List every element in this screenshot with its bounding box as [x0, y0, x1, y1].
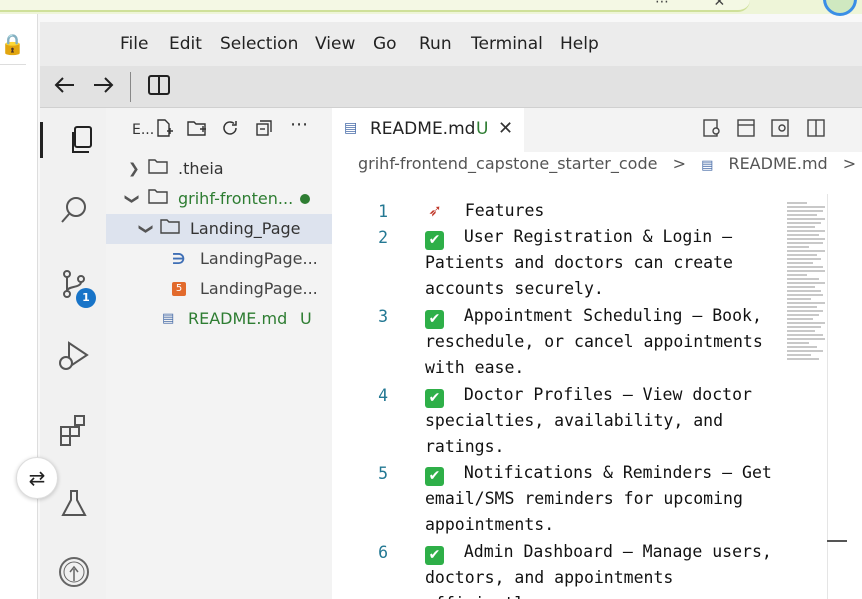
line-text: Admin Dashboard – Manage users, doctors,… — [425, 542, 772, 599]
chevron-down-icon: ❯ — [123, 193, 140, 205]
css-file-icon: ∋ — [172, 250, 186, 268]
browser-profile-avatar[interactable] — [823, 0, 857, 16]
tree-label: LandingPage... — [200, 249, 318, 268]
new-file-icon[interactable] — [154, 118, 174, 143]
menu-item-terminal[interactable]: Terminal — [471, 34, 543, 54]
rocket-icon: ➶ — [428, 201, 442, 220]
chevron-right-icon: ❯ — [128, 161, 140, 177]
folder-icon — [148, 184, 168, 214]
folder-icon — [148, 154, 168, 184]
line-text: Doctor Profiles – View doctor specialtie… — [425, 385, 762, 456]
breadcrumb-separator: > — [842, 154, 857, 173]
tab-label: README.md — [370, 119, 476, 139]
extensions-icon[interactable] — [56, 412, 92, 448]
editor-area: ▤ README.md U ✕ grihf-frontend_capstone_… — [332, 108, 862, 599]
close-icon[interactable]: ✕ — [498, 118, 513, 139]
check-icon: ✔ — [425, 310, 444, 329]
browser-window-controls[interactable]: ⋯ ✕ — [655, 0, 745, 10]
tab-readme[interactable]: ▤ README.md U ✕ — [332, 108, 524, 152]
toolbar-separator — [130, 72, 131, 102]
open-preview-icon[interactable] — [702, 118, 722, 143]
testing-flask-icon[interactable] — [56, 486, 92, 522]
tree-label: grihf-fronten... — [178, 189, 294, 208]
modified-dot — [300, 194, 310, 204]
split-panel-icon[interactable] — [146, 72, 172, 104]
tab-git-status: U — [476, 119, 489, 139]
line-number: 2 — [378, 228, 388, 247]
minimap[interactable] — [787, 202, 827, 382]
breadcrumb: grihf-frontend_capstone_starter_code > ▤… — [358, 154, 862, 182]
source-control-badge: 1 — [76, 288, 96, 308]
check-icon: ✔ — [425, 546, 444, 565]
line-text: Notifications & Reminders – Get email/SM… — [425, 463, 782, 534]
line-number: 6 — [378, 543, 388, 562]
explorer-title: E... — [132, 122, 155, 138]
swap-arrows-icon[interactable]: ⇄ — [16, 457, 58, 499]
menu-bar: File Edit Selection View Go Run Terminal Help — [40, 22, 862, 66]
page-divider — [0, 64, 26, 599]
tree-label: README.md — [188, 309, 288, 328]
activity-bar: 1 — [40, 108, 106, 599]
browser-address-bar[interactable] — [0, 0, 750, 12]
line-text: User Registration & Login – Patients and… — [425, 227, 743, 298]
explorer-icon[interactable] — [40, 122, 106, 158]
more-actions-icon[interactable]: ⋯ — [290, 114, 308, 135]
menu-item-selection[interactable]: Selection — [220, 34, 298, 54]
line-number: 1 — [378, 202, 388, 221]
markdown-file-icon: ▤ — [344, 120, 358, 136]
run-debug-icon[interactable] — [56, 338, 92, 374]
check-icon: ✔ — [425, 231, 444, 250]
breadcrumb-file[interactable]: README.md — [728, 154, 827, 173]
browser-left-page: 🔒 — [0, 14, 38, 599]
browser-top-strip: ⋯ ✕ — [0, 0, 862, 16]
folder-icon — [160, 214, 180, 244]
menu-item-view[interactable]: View — [315, 34, 355, 54]
line-text: Appointment Scheduling – Book, reschedul… — [425, 306, 773, 377]
breadcrumb-separator: > — [672, 154, 686, 173]
editor-tab-bar: ▤ README.md U ✕ — [332, 108, 862, 152]
lock-icon: 🔒 — [0, 32, 25, 56]
split-editor-icon[interactable] — [806, 118, 826, 143]
markdown-file-icon: ▤ — [701, 158, 714, 173]
breadcrumb-folder[interactable]: grihf-frontend_capstone_starter_code — [358, 154, 657, 173]
menu-item-help[interactable]: Help — [560, 34, 599, 54]
tree-label: Landing_Page — [190, 219, 301, 238]
tree-label: .theia — [178, 159, 224, 178]
line-text: Features — [464, 201, 545, 220]
menu-item-go[interactable]: Go — [373, 34, 397, 54]
html-file-icon: 5 — [172, 282, 186, 296]
line-number: 4 — [378, 386, 388, 405]
new-folder-icon[interactable] — [186, 118, 208, 143]
markdown-file-icon: ▤ — [162, 311, 175, 326]
check-icon: ✔ — [425, 467, 444, 486]
line-number: 3 — [378, 307, 388, 326]
menu-item-edit[interactable]: Edit — [169, 34, 202, 54]
scrollbar-thumb[interactable] — [827, 540, 847, 542]
line-number: 5 — [378, 464, 388, 483]
tree-label: LandingPage... — [200, 279, 318, 298]
tree-logo-icon[interactable] — [56, 554, 92, 590]
preview-side-icon[interactable] — [770, 118, 790, 143]
toolbar — [40, 66, 862, 108]
back-arrow-icon[interactable] — [52, 72, 78, 104]
refresh-icon[interactable] — [220, 118, 240, 143]
search-icon[interactable] — [56, 192, 92, 228]
forward-arrow-icon[interactable] — [90, 72, 116, 104]
chevron-down-icon: ❯ — [137, 223, 154, 235]
collapse-all-icon[interactable] — [254, 118, 274, 143]
editor-scrollbar[interactable] — [827, 194, 828, 599]
ide-window: File Edit Selection View Go Run Terminal Help 1 — [40, 22, 862, 599]
git-status: U — [300, 309, 312, 328]
toggle-panel-icon[interactable] — [736, 118, 756, 143]
menu-item-file[interactable]: File — [120, 34, 148, 54]
menu-item-run[interactable]: Run — [419, 34, 452, 54]
check-icon: ✔ — [425, 389, 444, 408]
